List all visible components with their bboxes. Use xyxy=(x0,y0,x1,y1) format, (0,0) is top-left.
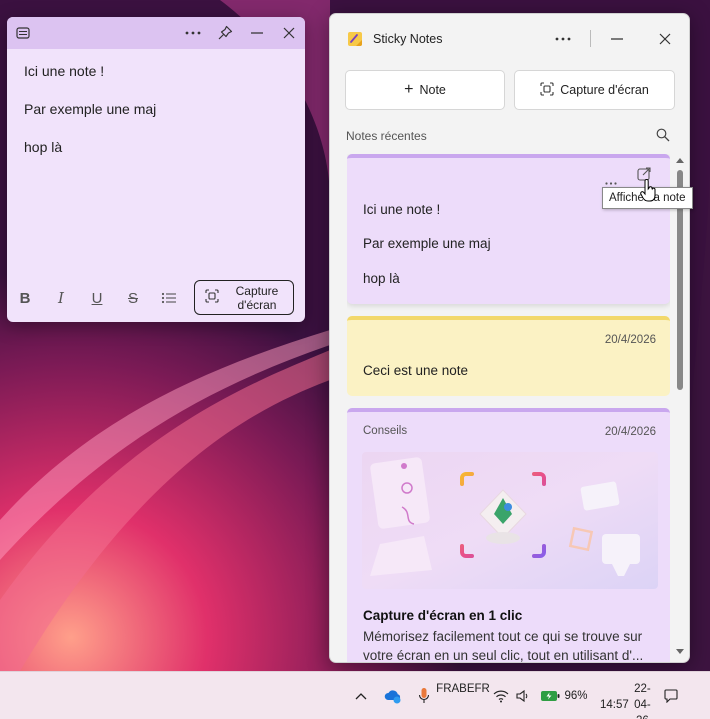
tips-body-line: votre écran en un seul clic, tout en uti… xyxy=(363,648,644,663)
volume-icon[interactable] xyxy=(514,686,532,706)
notes-scrollbar[interactable] xyxy=(673,155,687,660)
date: 22-04-26 xyxy=(634,683,651,719)
note-line: Ici une note ! xyxy=(363,202,441,217)
note-card[interactable]: 20/4/2026 Ceci est une note xyxy=(347,316,670,396)
screenshot-button[interactable]: Capture d'écran xyxy=(514,70,675,110)
app-title: Sticky Notes xyxy=(373,32,443,46)
tips-card[interactable]: Conseils 20/4/2026 Capture d'écran en 1 … xyxy=(347,408,670,663)
taskbar: FRA BEFR 96% 14:57 22-04-26 xyxy=(0,671,710,719)
screenshot-tip-illustration xyxy=(362,452,658,589)
screenshot-label: Capture d'écran xyxy=(560,83,649,97)
close-icon[interactable] xyxy=(277,21,301,45)
cloud-icon[interactable] xyxy=(383,686,403,706)
more-options-icon[interactable] xyxy=(551,27,575,51)
more-options-icon[interactable] xyxy=(181,21,205,45)
title-divider xyxy=(590,30,591,47)
wifi-icon[interactable] xyxy=(491,686,511,706)
floating-note-window: Ici une note ! Par exemple une maj hop l… xyxy=(7,17,305,322)
bold-button[interactable]: B xyxy=(14,287,36,309)
chevron-up-icon[interactable] xyxy=(352,687,370,705)
scroll-up-arrow xyxy=(676,158,684,163)
underline-button[interactable]: U xyxy=(86,287,108,309)
tips-tag: Conseils xyxy=(363,425,408,437)
note-line: hop là xyxy=(24,139,63,155)
screenshot-icon xyxy=(205,289,219,306)
note-editor[interactable]: Ici une note ! Par exemple une maj hop l… xyxy=(7,49,305,191)
battery-percent: 96% xyxy=(564,690,588,702)
battery-icon[interactable] xyxy=(540,687,560,705)
note-card[interactable]: Ici une note ! Par exemple une maj hop l… xyxy=(347,154,670,304)
minimize-icon[interactable] xyxy=(605,27,629,51)
main-titlebar[interactable]: Sticky Notes xyxy=(330,14,689,64)
scroll-down-arrow xyxy=(676,649,684,654)
pin-icon[interactable] xyxy=(213,21,237,45)
tips-body-line: Mémorisez facilement tout ce qui se trou… xyxy=(363,629,643,644)
note-line: Ceci est une note xyxy=(363,363,469,378)
notifications-icon[interactable] xyxy=(662,686,680,706)
hand-cursor-icon xyxy=(640,179,656,202)
screenshot-label: Capture d'écran xyxy=(235,283,279,312)
minimize-icon[interactable] xyxy=(245,21,269,45)
tips-heading: Capture d'écran en 1 clic xyxy=(363,608,523,623)
keyboard-layout: BEFR xyxy=(459,683,490,695)
menu-icon[interactable] xyxy=(11,21,35,45)
tips-body: Mémorisez facilement tout ce qui se trou… xyxy=(363,627,659,663)
close-icon[interactable] xyxy=(653,27,677,51)
new-note-button[interactable]: + Note xyxy=(345,70,505,110)
bullet-list-button[interactable] xyxy=(158,287,180,309)
format-toolbar: B I U S Capture d'écran xyxy=(7,279,305,317)
note-line: Ici une note ! xyxy=(24,63,105,79)
screenshot-icon xyxy=(540,81,554,99)
search-icon[interactable] xyxy=(656,128,670,142)
note-titlebar[interactable] xyxy=(7,17,305,49)
note-date: 20/4/2026 xyxy=(604,426,656,438)
screenshot-button[interactable]: Capture d'écran xyxy=(194,280,294,315)
new-note-label: Note xyxy=(419,83,446,97)
language-code: FRA xyxy=(436,683,460,695)
note-line: Par exemple une maj xyxy=(363,236,491,251)
time: 14:57 xyxy=(600,699,629,711)
note-date: 20/4/2026 xyxy=(604,334,656,346)
sticky-notes-window: Sticky Notes + Note Capture d'écran Note… xyxy=(329,13,690,663)
note-line: hop là xyxy=(363,271,400,286)
microphone-icon[interactable] xyxy=(416,686,432,706)
sticky-notes-app-icon xyxy=(348,32,362,46)
clock[interactable]: 14:57 22-04-26 xyxy=(600,681,656,719)
strikethrough-button[interactable]: S xyxy=(122,287,144,309)
notes-list: Ici une note ! Par exemple une maj hop l… xyxy=(347,154,670,663)
plus-icon: + xyxy=(404,81,414,98)
recent-notes-heading: Notes récentes xyxy=(346,129,427,143)
note-line: Par exemple une maj xyxy=(24,101,157,117)
italic-button[interactable]: I xyxy=(50,287,72,309)
language-indicator[interactable]: FRA BEFR xyxy=(436,681,490,697)
